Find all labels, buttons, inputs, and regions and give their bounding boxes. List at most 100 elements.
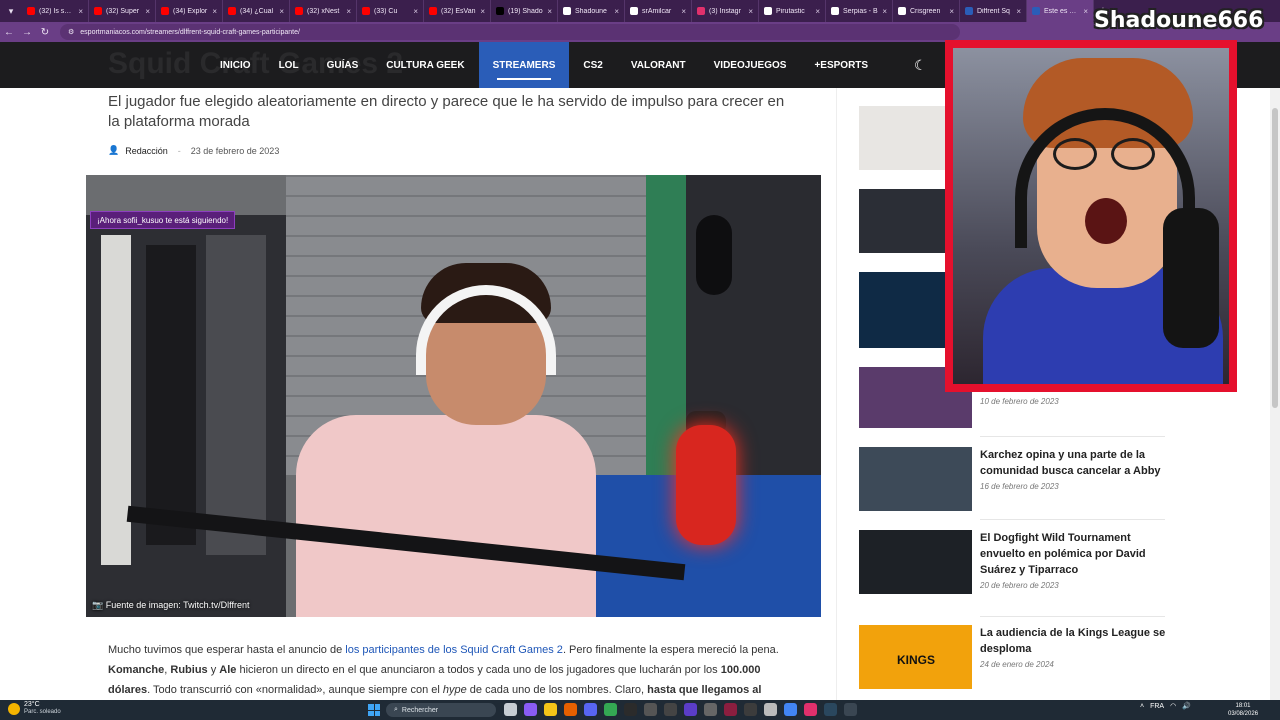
sidebar-thumbnail[interactable] — [859, 530, 972, 594]
scrollbar-thumb[interactable] — [1272, 108, 1278, 408]
tab-strip: (32) Is spiki × (32) Super × (34) Explor × (34… — [22, 0, 1094, 22]
tab-title: (32) xNest — [307, 7, 340, 15]
browser-tab[interactable]: (34) ¿Cual × — [223, 0, 290, 22]
volume-icon[interactable]: 🔊 — [1182, 702, 1191, 710]
discord-icon[interactable] — [584, 703, 597, 716]
sidebar-thumbnail[interactable]: KINGS — [859, 625, 972, 689]
nav-item[interactable]: CS2 — [569, 42, 616, 88]
browser-tab[interactable]: Serpias - B × — [826, 0, 893, 22]
nav-item[interactable]: GUÍAS — [313, 42, 373, 88]
sidebar-article-title[interactable]: Karchez opina y una parte de la comunida… — [980, 447, 1166, 479]
article-date: 23 de febrero de 2023 — [190, 145, 280, 156]
firefox-icon[interactable] — [564, 703, 577, 716]
site-info-icon[interactable]: ⚙ — [68, 28, 74, 36]
tab-close-icon[interactable]: × — [815, 7, 820, 16]
forward-arrow-icon[interactable]: → — [18, 27, 36, 38]
browser-tab[interactable]: (19) Shado × — [491, 0, 558, 22]
tray-up-icon[interactable]: ˄ — [1140, 703, 1144, 710]
browser-tab[interactable]: (32) Super × — [89, 0, 156, 22]
app-icon[interactable] — [804, 703, 817, 716]
nav-item[interactable]: CULTURA GEEK — [372, 42, 478, 88]
browser-tab[interactable]: Shadoune × — [558, 0, 625, 22]
steam-icon[interactable] — [824, 703, 837, 716]
chrome-icon[interactable] — [604, 703, 617, 716]
taskbar-search[interactable]: ⌕ Rechercher — [386, 703, 496, 717]
tab-close-icon[interactable]: × — [949, 7, 954, 16]
app-icon[interactable] — [704, 703, 717, 716]
browser-tab[interactable]: (33) Cu × — [357, 0, 424, 22]
browser-tab[interactable]: (34) Explor × — [156, 0, 223, 22]
reload-icon[interactable]: ↻ — [36, 27, 54, 38]
app-icon[interactable] — [784, 703, 797, 716]
app-icon[interactable] — [524, 703, 537, 716]
article-author[interactable]: Redacción — [125, 146, 168, 156]
language-indicator[interactable]: FRA — [1150, 703, 1164, 710]
nav-item[interactable]: +ESPORTS — [800, 42, 882, 88]
browser-tab[interactable]: (32) xNest × — [290, 0, 357, 22]
back-arrow-icon[interactable]: ← — [0, 27, 18, 38]
tab-close-icon[interactable]: × — [748, 7, 753, 16]
app-icon[interactable] — [844, 703, 857, 716]
tab-close-icon[interactable]: × — [212, 7, 217, 16]
nav-item[interactable]: VIDEOJUEGOS — [700, 42, 801, 88]
image-credit: 📷 Fuente de imagen: Twitch.tv/Dlffrent — [92, 600, 249, 611]
windows-start-icon[interactable] — [368, 704, 380, 716]
tab-close-icon[interactable]: × — [1083, 7, 1088, 16]
app-icon[interactable] — [764, 703, 777, 716]
sidebar-article-date: 16 de febrero de 2023 — [980, 482, 1059, 491]
tab-close-icon[interactable]: × — [882, 7, 887, 16]
url-field[interactable]: ⚙ esportmaniacos.com/streamers/dlffrent-… — [60, 24, 960, 40]
tab-close-icon[interactable]: × — [279, 7, 284, 16]
sidebar-article-date: 24 de enero de 2024 — [980, 660, 1054, 669]
main-nav: INICIO LOL GUÍAS CULTURA GEEK STREAMERS CS2 VA… — [206, 42, 882, 88]
browser-tab[interactable]: Pirutastic × — [759, 0, 826, 22]
tab-close-icon[interactable]: × — [1016, 7, 1021, 16]
webcam-mouth — [1085, 198, 1127, 244]
sidebar-thumbnail[interactable] — [859, 447, 972, 511]
browser-tab[interactable]: (3) Instagr × — [692, 0, 759, 22]
browser-tab[interactable]: (32) EsVan × — [424, 0, 491, 22]
body-text-span: hicieron un directo en el que anunciaron… — [236, 664, 721, 676]
weather-widget[interactable]: 23°C Parc. soleado — [8, 701, 61, 716]
tab-close-icon[interactable]: × — [78, 7, 83, 16]
nav-item[interactable]: INICIO — [206, 42, 265, 88]
sidebar-article-title[interactable]: La audiencia de la Kings League se despl… — [980, 625, 1166, 657]
name-rubius: Rubius — [170, 664, 208, 676]
nav-item[interactable]: STREAMERS — [478, 42, 570, 88]
tab-favicon-icon — [1032, 7, 1040, 15]
app-icon[interactable] — [624, 703, 637, 716]
file-explorer-icon[interactable] — [544, 703, 557, 716]
tab-close-icon[interactable]: × — [145, 7, 150, 16]
webcam-glasses — [1111, 138, 1155, 170]
app-icon[interactable] — [724, 703, 737, 716]
sidebar-article-title[interactable]: El Dogfight Wild Tournament envuelto en … — [980, 530, 1166, 578]
weather-condition: Parc. soleado — [24, 709, 61, 715]
camera-icon: 📷 — [92, 600, 104, 610]
tab-close-icon[interactable]: × — [413, 7, 418, 16]
app-icon[interactable] — [684, 703, 697, 716]
page-scrollbar[interactable] — [1270, 88, 1280, 700]
tab-close-icon[interactable]: × — [346, 7, 351, 16]
app-icon[interactable] — [744, 703, 757, 716]
tab-close-icon[interactable]: × — [681, 7, 686, 16]
nav-item[interactable]: LOL — [265, 42, 313, 88]
dark-mode-moon-icon[interactable]: ☾ — [914, 57, 927, 74]
tab-list-chevron-icon[interactable]: ▾ — [0, 0, 22, 22]
tab-close-icon[interactable]: × — [480, 7, 485, 16]
task-view-icon[interactable] — [504, 703, 517, 716]
participants-link[interactable]: los participantes de los Squid Craft Gam… — [345, 644, 563, 656]
browser-tab[interactable]: Diffrent Sq × — [960, 0, 1027, 22]
wifi-icon[interactable]: ◠ — [1170, 702, 1176, 710]
tab-close-icon[interactable]: × — [614, 7, 619, 16]
tab-title: srAmilcar — [642, 7, 672, 15]
app-icon[interactable] — [644, 703, 657, 716]
browser-tab[interactable]: (32) Is spiki × — [22, 0, 89, 22]
browser-tab[interactable]: Crisgreen × — [893, 0, 960, 22]
browser-tab[interactable]: Este es Diff × — [1027, 0, 1094, 22]
tab-close-icon[interactable]: × — [547, 7, 552, 16]
browser-tab[interactable]: srAmilcar × — [625, 0, 692, 22]
nav-item[interactable]: VALORANT — [617, 42, 700, 88]
app-icon[interactable] — [664, 703, 677, 716]
hanging-clothes — [146, 245, 196, 545]
taskbar-clock[interactable]: 18:01 03/08/2026 — [1228, 702, 1258, 718]
